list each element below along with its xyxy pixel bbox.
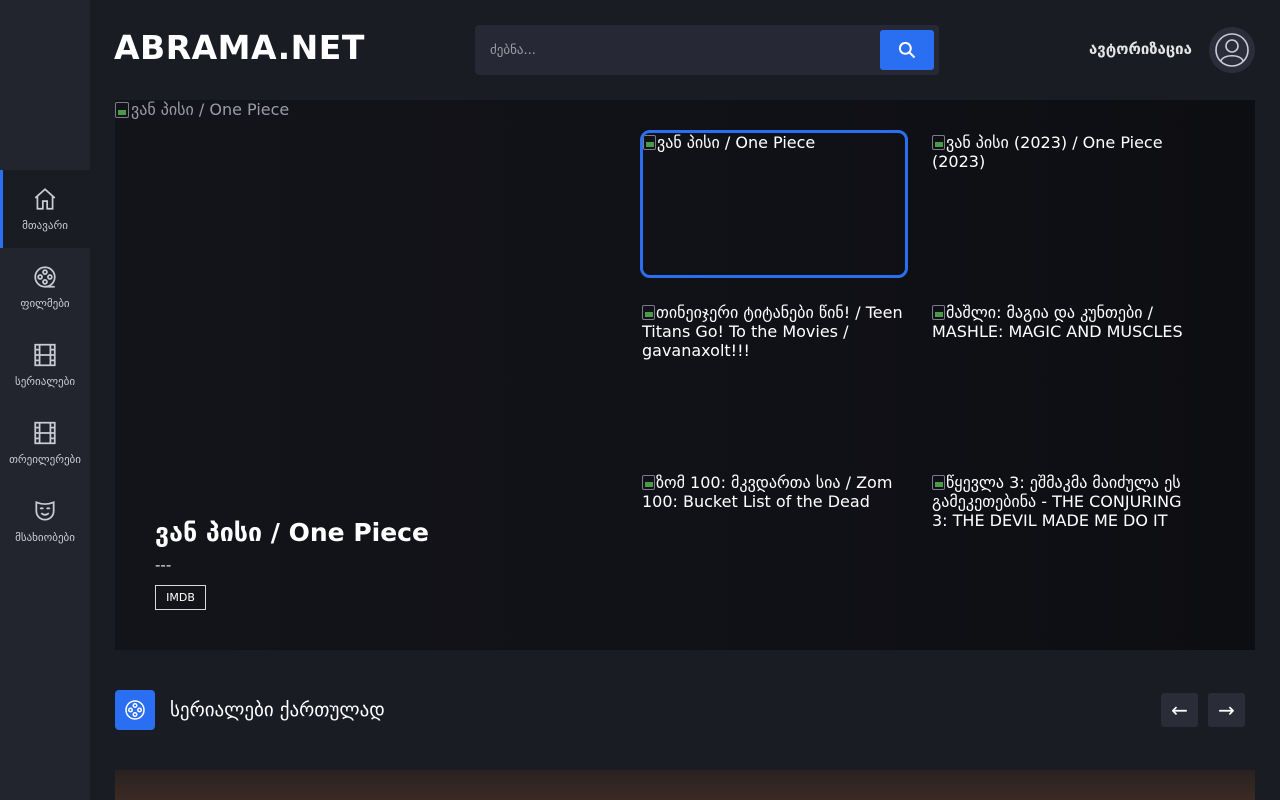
- slider-thumb[interactable]: თინეიჯერი ტიტანები წინ! / Teen Titans Go…: [642, 303, 910, 451]
- sidebar-item-series[interactable]: სერიალები: [0, 326, 90, 404]
- slider-thumb[interactable]: მაშლი: მაგია და კუნთები / MASHLE: MAGIC …: [932, 303, 1200, 451]
- broken-image-icon: [643, 135, 656, 150]
- film-reel-icon: [125, 700, 145, 720]
- site-logo[interactable]: ABRAMA.NET: [114, 28, 365, 67]
- broken-image-icon: [932, 305, 945, 320]
- sidebar-item-actors[interactable]: მსახიობები: [0, 482, 90, 560]
- sidebar-item-movies[interactable]: ფილმები: [0, 248, 90, 326]
- thumb-alt: ზომ 100: მკვდართა სია / Zom 100: Bucket …: [642, 473, 893, 511]
- search-icon: [898, 41, 916, 59]
- home-icon: [34, 188, 56, 210]
- imdb-badge[interactable]: IMDB: [155, 585, 206, 610]
- sidebar: მთავარი ფილმები სერიალები თრეილერები მსა…: [0, 0, 90, 800]
- broken-image-icon: [932, 475, 945, 490]
- user-icon: [1215, 33, 1249, 67]
- broken-image-icon: [642, 305, 655, 320]
- slider-thumb[interactable]: ვან პისი / One Piece: [640, 130, 908, 278]
- hero-slider: ვან პისი / One Piece ვან პისი / One Piec…: [115, 100, 1255, 650]
- film-reel-icon: [34, 266, 56, 288]
- sidebar-item-label: თრეილერები: [9, 453, 81, 466]
- mask-icon: [35, 501, 55, 521]
- broken-image-icon: [642, 475, 655, 490]
- carousel-prev-button[interactable]: ←: [1161, 693, 1198, 727]
- thumb-alt: ვან პისი / One Piece: [657, 133, 816, 152]
- search-button[interactable]: [880, 30, 934, 70]
- broken-image-icon: [115, 101, 129, 118]
- search-input[interactable]: [475, 25, 875, 75]
- section-title[interactable]: სერიალები ქართულად: [170, 699, 385, 721]
- thumb-alt: მაშლი: მაგია და კუნთები / MASHLE: MAGIC …: [932, 303, 1183, 341]
- series-carousel-preview[interactable]: [115, 770, 1255, 800]
- sidebar-item-label: მსახიობები: [15, 531, 75, 544]
- film-strip-icon: [34, 421, 56, 445]
- hero-title[interactable]: ვან პისი / One Piece: [155, 518, 429, 547]
- login-link[interactable]: ავტორიზაცია: [1089, 40, 1192, 58]
- sidebar-nav: მთავარი ფილმები სერიალები თრეილერები მსა…: [0, 170, 90, 560]
- broken-image-icon: [932, 135, 945, 150]
- sidebar-item-label: ფილმები: [20, 297, 70, 310]
- thumb-alt: თინეიჯერი ტიტანები წინ! / Teen Titans Go…: [642, 303, 903, 360]
- slider-thumb[interactable]: ზომ 100: მკვდართა სია / Zom 100: Bucket …: [642, 473, 910, 621]
- sidebar-item-home[interactable]: მთავარი: [0, 170, 90, 248]
- sidebar-item-trailers[interactable]: თრეილერები: [0, 404, 90, 482]
- thumb-alt: წყევლა 3: ეშმაკმა მაიძულა ეს გამეკეთებინ…: [932, 473, 1182, 530]
- avatar[interactable]: [1209, 27, 1255, 73]
- sidebar-item-label: მთავარი: [22, 219, 68, 232]
- slider-thumb[interactable]: ვან პისი (2023) / One Piece (2023): [932, 133, 1200, 281]
- slider-thumb[interactable]: წყევლა 3: ეშმაკმა მაიძულა ეს გამეკეთებინ…: [932, 473, 1200, 621]
- sidebar-item-label: სერიალები: [14, 375, 76, 388]
- thumb-alt: ვან პისი (2023) / One Piece (2023): [932, 133, 1163, 171]
- carousel-next-button[interactable]: →: [1208, 693, 1245, 727]
- section-icon-box: [115, 690, 155, 730]
- hero-subtitle: ---: [155, 556, 172, 574]
- hero-image-alt: ვან პისი / One Piece: [131, 100, 290, 119]
- film-strip-icon: [34, 343, 56, 367]
- hero-image: ვან პისი / One Piece: [115, 100, 289, 119]
- search-bar: [475, 25, 939, 75]
